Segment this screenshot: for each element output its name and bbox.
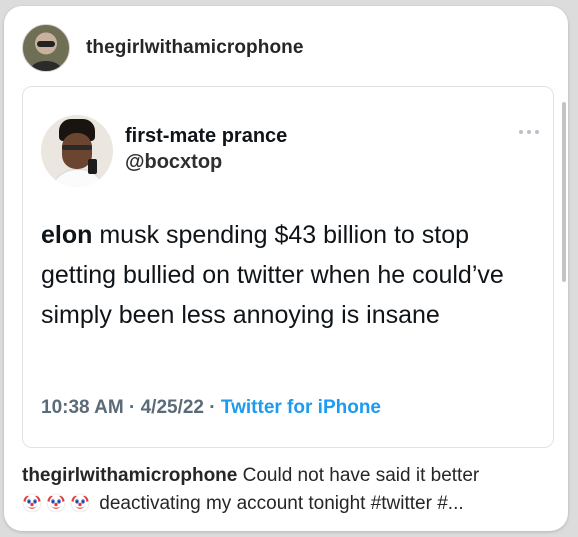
instagram-post-card: thegirlwithamicrophone first-mate prance… [4,6,568,531]
avatar-body [49,169,107,187]
clown-face-icon [46,493,66,513]
tweet-author-avatar[interactable] [41,115,113,187]
meta-separator: · [209,397,216,418]
tweet-meta: 10:38 AM · 4/25/22 · Twitter for iPhone [41,397,381,419]
avatar-eyeglasses [62,145,92,150]
caption-username[interactable]: thegirlwithamicrophone [22,465,237,486]
avatar-glasses [37,41,55,47]
post-header: thegirlwithamicrophone [22,24,304,72]
poster-avatar[interactable] [22,24,70,72]
tweet-text-body: musk spending $43 billion to stop gettin… [41,221,504,329]
post-caption: thegirlwithamicrophone Could not have sa… [22,462,562,518]
more-options-icon[interactable] [519,127,539,137]
poster-username[interactable]: thegirlwithamicrophone [86,37,304,59]
meta-separator: · [129,397,136,418]
tweet-source-link[interactable]: Twitter for iPhone [221,397,381,418]
clown-face-icon [22,493,42,513]
avatar-phone [88,159,97,174]
tweet-text-bold: elon [41,221,93,249]
tweet-date: 4/25/22 [140,397,205,418]
embedded-tweet: first-mate prance @bocxtop elon musk spe… [22,86,554,448]
tweet-text: elon musk spending $43 billion to stop g… [41,215,521,335]
tweet-time: 10:38 AM [41,397,124,418]
clown-face-icon [70,493,90,513]
scrollbar[interactable] [562,102,566,282]
avatar-shirt [31,61,61,71]
caption-text-line1: Could not have said it better [237,465,480,486]
tweet-display-name[interactable]: first-mate prance [125,125,287,148]
caption-text-line2: deactivating my account tonight #twitter… [94,493,464,514]
tweet-handle[interactable]: @bocxtop [125,151,222,174]
